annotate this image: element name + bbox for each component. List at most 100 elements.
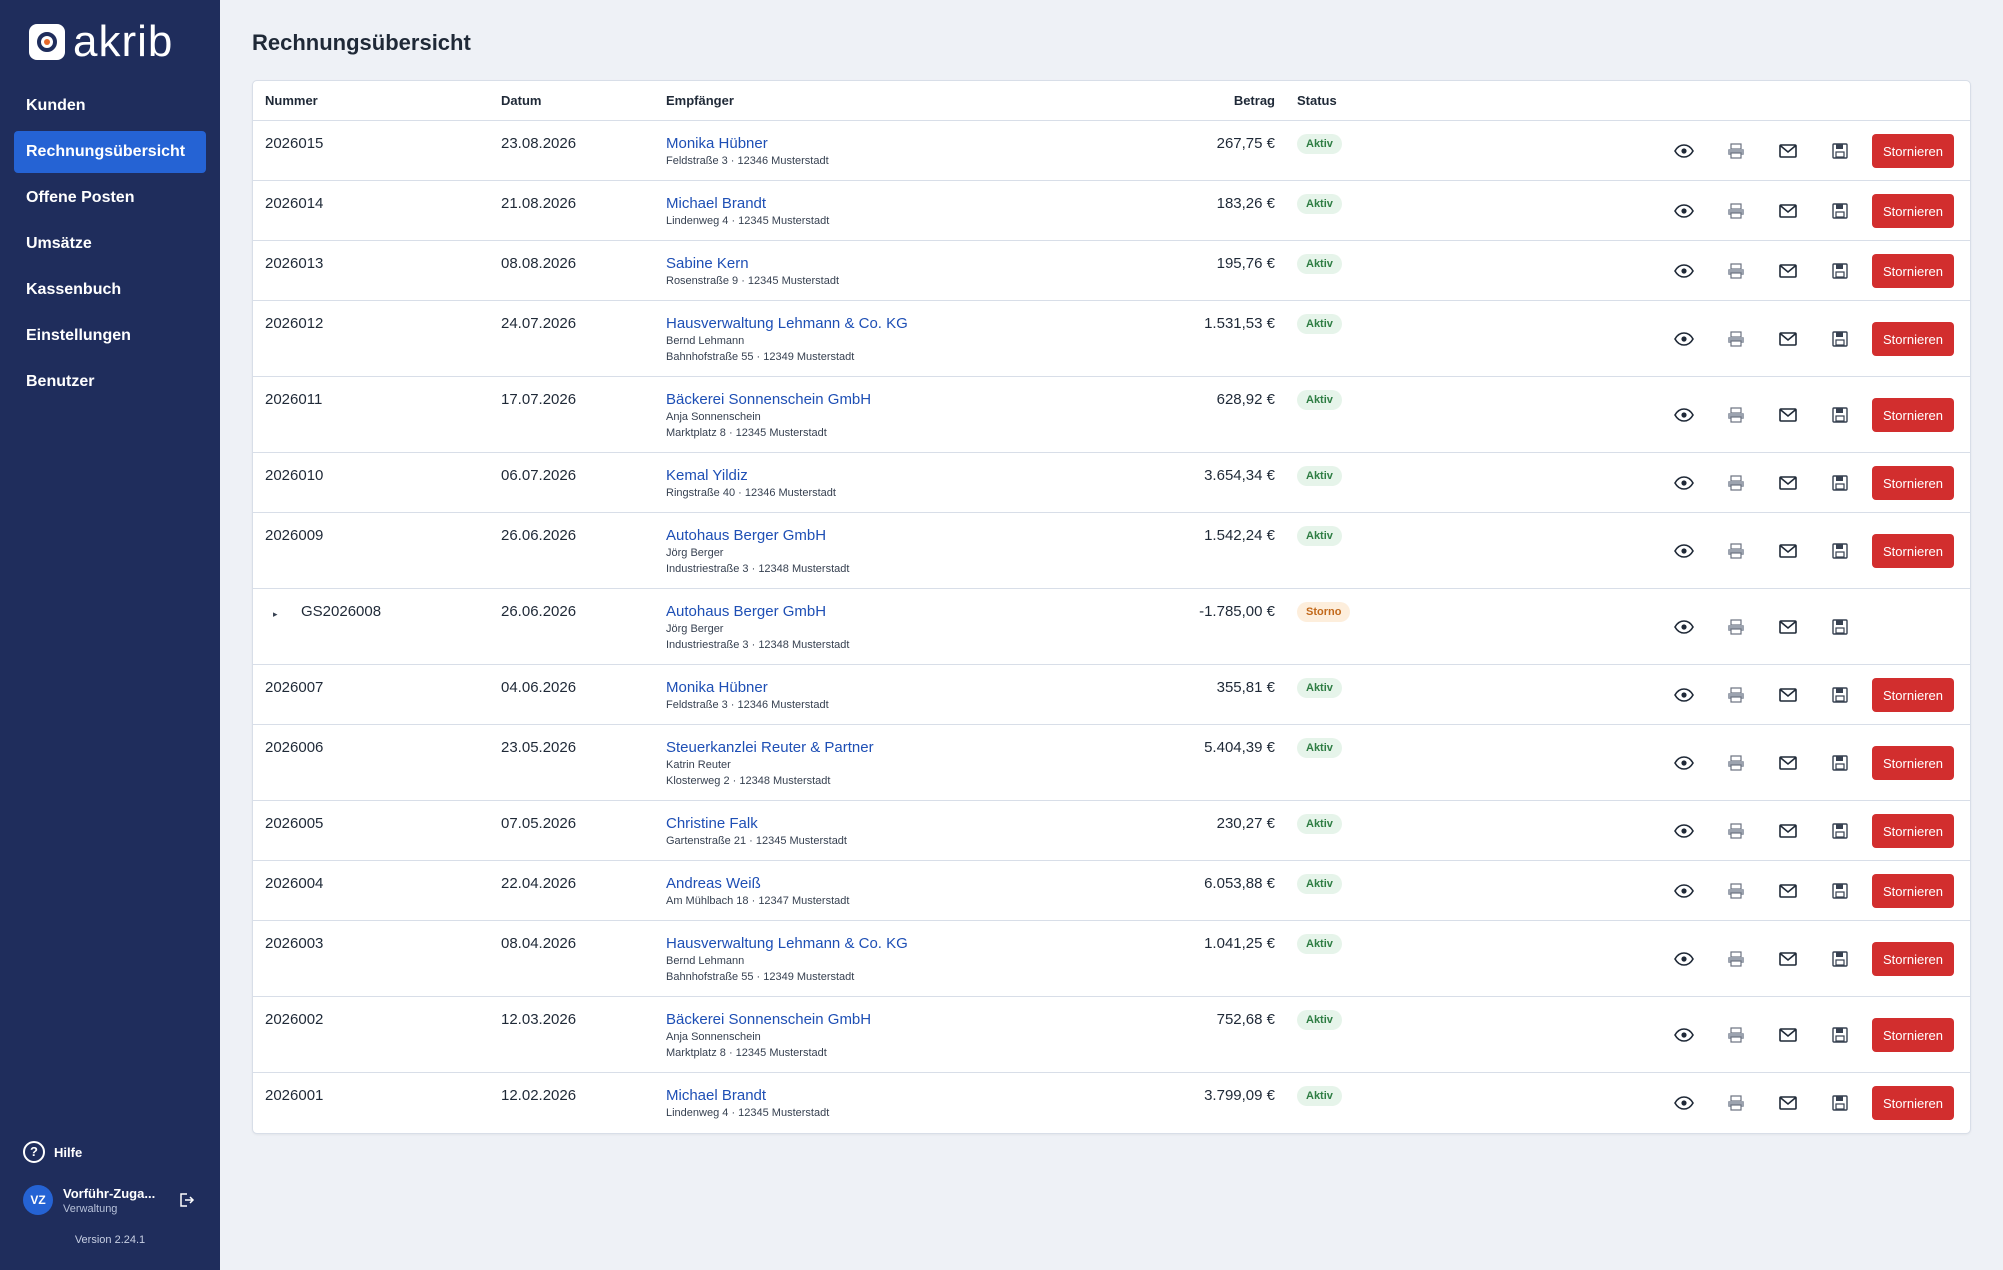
recipient-link[interactable]: Monika Hübner: [666, 134, 829, 153]
header-status[interactable]: Status: [1297, 93, 1337, 108]
cancel-invoice-button[interactable]: Stornieren: [1872, 874, 1954, 908]
view-button[interactable]: [1673, 752, 1695, 774]
email-button[interactable]: [1777, 260, 1799, 282]
email-button[interactable]: [1777, 1092, 1799, 1114]
print-button[interactable]: [1725, 540, 1747, 562]
save-button[interactable]: [1829, 948, 1851, 970]
sidebar-item-rechnungsübersicht[interactable]: Rechnungsübersicht: [14, 131, 206, 173]
sidebar-item-einstellungen[interactable]: Einstellungen: [14, 315, 206, 357]
logout-icon[interactable]: [177, 1191, 195, 1209]
cancel-invoice-button[interactable]: Stornieren: [1872, 466, 1954, 500]
cancel-invoice-button[interactable]: Stornieren: [1872, 1018, 1954, 1052]
cancel-invoice-button[interactable]: Stornieren: [1872, 322, 1954, 356]
print-button[interactable]: [1725, 752, 1747, 774]
view-button[interactable]: [1673, 948, 1695, 970]
save-button[interactable]: [1829, 820, 1851, 842]
view-button[interactable]: [1673, 616, 1695, 638]
recipient-link[interactable]: Andreas Weiß: [666, 874, 849, 893]
email-button[interactable]: [1777, 540, 1799, 562]
cancel-invoice-button[interactable]: Stornieren: [1872, 534, 1954, 568]
save-button[interactable]: [1829, 472, 1851, 494]
save-button[interactable]: [1829, 1092, 1851, 1114]
header-recipient[interactable]: Empfänger: [666, 93, 734, 108]
recipient-link[interactable]: Sabine Kern: [666, 254, 839, 273]
recipient-link[interactable]: Bäckerei Sonnenschein GmbH: [666, 390, 871, 409]
view-button[interactable]: [1673, 328, 1695, 350]
save-button[interactable]: [1829, 540, 1851, 562]
view-button[interactable]: [1673, 404, 1695, 426]
email-button[interactable]: [1777, 820, 1799, 842]
header-number[interactable]: Nummer: [265, 93, 318, 108]
view-button[interactable]: [1673, 472, 1695, 494]
sidebar-item-umsätze[interactable]: Umsätze: [14, 223, 206, 265]
save-button[interactable]: [1829, 404, 1851, 426]
recipient-link[interactable]: Autohaus Berger GmbH: [666, 602, 849, 621]
view-button[interactable]: [1673, 140, 1695, 162]
recipient-link[interactable]: Monika Hübner: [666, 678, 829, 697]
print-button[interactable]: [1725, 820, 1747, 842]
view-button[interactable]: [1673, 260, 1695, 282]
sidebar-item-kunden[interactable]: Kunden: [14, 85, 206, 127]
cancel-invoice-button[interactable]: Stornieren: [1872, 746, 1954, 780]
view-button[interactable]: [1673, 540, 1695, 562]
header-date[interactable]: Datum: [501, 93, 541, 108]
cancel-invoice-button[interactable]: Stornieren: [1872, 942, 1954, 976]
cancel-invoice-button[interactable]: Stornieren: [1872, 254, 1954, 288]
cancel-invoice-button[interactable]: Stornieren: [1872, 814, 1954, 848]
recipient-link[interactable]: Bäckerei Sonnenschein GmbH: [666, 1010, 871, 1029]
cancel-invoice-button[interactable]: Stornieren: [1872, 1086, 1954, 1120]
save-button[interactable]: [1829, 616, 1851, 638]
print-button[interactable]: [1725, 260, 1747, 282]
recipient-link[interactable]: Michael Brandt: [666, 1086, 829, 1105]
email-button[interactable]: [1777, 616, 1799, 638]
save-button[interactable]: [1829, 260, 1851, 282]
recipient-link[interactable]: Hausverwaltung Lehmann & Co. KG: [666, 934, 908, 953]
print-button[interactable]: [1725, 472, 1747, 494]
print-button[interactable]: [1725, 948, 1747, 970]
save-button[interactable]: [1829, 880, 1851, 902]
print-button[interactable]: [1725, 140, 1747, 162]
save-button[interactable]: [1829, 328, 1851, 350]
email-button[interactable]: [1777, 880, 1799, 902]
view-button[interactable]: [1673, 880, 1695, 902]
email-button[interactable]: [1777, 140, 1799, 162]
recipient-link[interactable]: Steuerkanzlei Reuter & Partner: [666, 738, 874, 757]
save-button[interactable]: [1829, 200, 1851, 222]
email-button[interactable]: [1777, 328, 1799, 350]
print-button[interactable]: [1725, 200, 1747, 222]
recipient-link[interactable]: Hausverwaltung Lehmann & Co. KG: [666, 314, 908, 333]
cancel-invoice-button[interactable]: Stornieren: [1872, 678, 1954, 712]
email-button[interactable]: [1777, 404, 1799, 426]
print-button[interactable]: [1725, 880, 1747, 902]
email-button[interactable]: [1777, 1024, 1799, 1046]
view-button[interactable]: [1673, 1024, 1695, 1046]
recipient-link[interactable]: Kemal Yildiz: [666, 466, 836, 485]
header-amount[interactable]: Betrag: [1073, 93, 1275, 108]
print-button[interactable]: [1725, 1092, 1747, 1114]
print-button[interactable]: [1725, 684, 1747, 706]
save-button[interactable]: [1829, 684, 1851, 706]
recipient-link[interactable]: Michael Brandt: [666, 194, 829, 213]
print-button[interactable]: [1725, 616, 1747, 638]
sidebar-item-kassenbuch[interactable]: Kassenbuch: [14, 269, 206, 311]
print-button[interactable]: [1725, 1024, 1747, 1046]
email-button[interactable]: [1777, 200, 1799, 222]
expand-toggle[interactable]: ▸: [273, 609, 278, 620]
view-button[interactable]: [1673, 1092, 1695, 1114]
email-button[interactable]: [1777, 472, 1799, 494]
print-button[interactable]: [1725, 328, 1747, 350]
print-button[interactable]: [1725, 404, 1747, 426]
sidebar-item-benutzer[interactable]: Benutzer: [14, 361, 206, 403]
email-button[interactable]: [1777, 752, 1799, 774]
app-logo[interactable]: akrib: [29, 20, 173, 64]
help-link[interactable]: ? Hilfe: [23, 1141, 82, 1163]
cancel-invoice-button[interactable]: Stornieren: [1872, 398, 1954, 432]
email-button[interactable]: [1777, 948, 1799, 970]
sidebar-item-offene-posten[interactable]: Offene Posten: [14, 177, 206, 219]
email-button[interactable]: [1777, 684, 1799, 706]
save-button[interactable]: [1829, 1024, 1851, 1046]
cancel-invoice-button[interactable]: Stornieren: [1872, 134, 1954, 168]
recipient-link[interactable]: Autohaus Berger GmbH: [666, 526, 849, 545]
view-button[interactable]: [1673, 200, 1695, 222]
save-button[interactable]: [1829, 752, 1851, 774]
